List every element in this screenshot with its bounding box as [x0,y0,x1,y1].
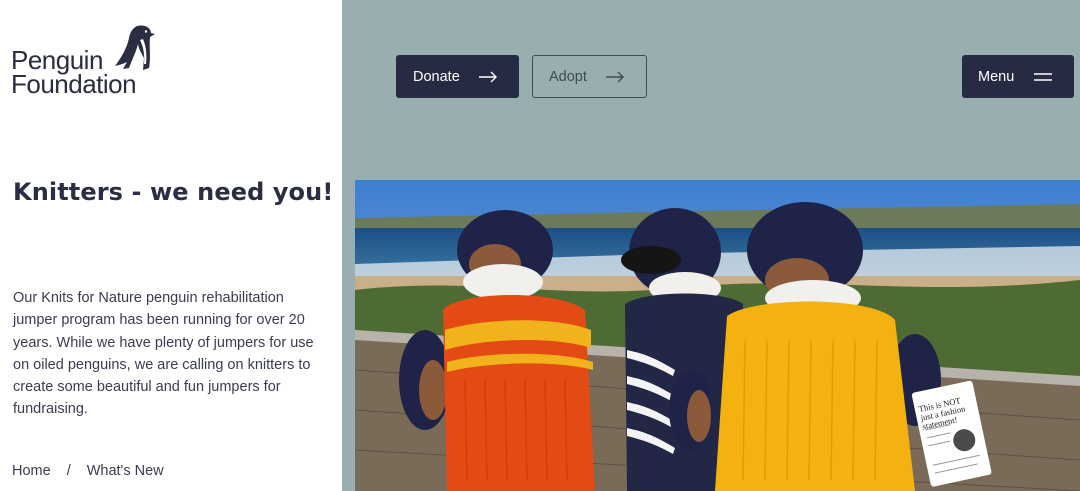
menu-button[interactable]: Menu [962,55,1074,98]
breadcrumb-separator: / [66,463,71,479]
hero-photo: This is NOTjust a fashionstatement! [355,180,1080,491]
left-panel: Penguin Foundation Knitters - we need yo… [0,0,342,491]
arrow-right-icon [605,71,624,82]
donate-label: Donate [413,68,460,85]
intro-paragraph: Our Knits for Nature penguin rehabilitat… [13,290,314,418]
knitted-penguins-image: This is NOTjust a fashionstatement! [355,180,1080,491]
penguin-logo-icon [115,25,155,71]
arrow-right-icon [478,71,497,82]
adopt-label: Adopt [549,68,587,85]
penguin-foundation-logo[interactable]: Penguin Foundation [11,24,161,100]
donate-button[interactable]: Donate [396,55,519,98]
menu-label: Menu [978,68,1015,85]
breadcrumb-home-link[interactable]: Home [12,463,51,479]
hero-panel: Donate Adopt Menu This is NOTjust a fash… [342,0,1080,491]
adopt-button[interactable]: Adopt [532,55,647,98]
breadcrumb-current: What's New [86,463,164,479]
breadcrumb: Home / What's New [12,463,164,479]
hamburger-icon [1034,72,1053,81]
logo-line-2: Foundation [11,69,137,99]
page-title: Knitters - we need you! [13,178,334,206]
